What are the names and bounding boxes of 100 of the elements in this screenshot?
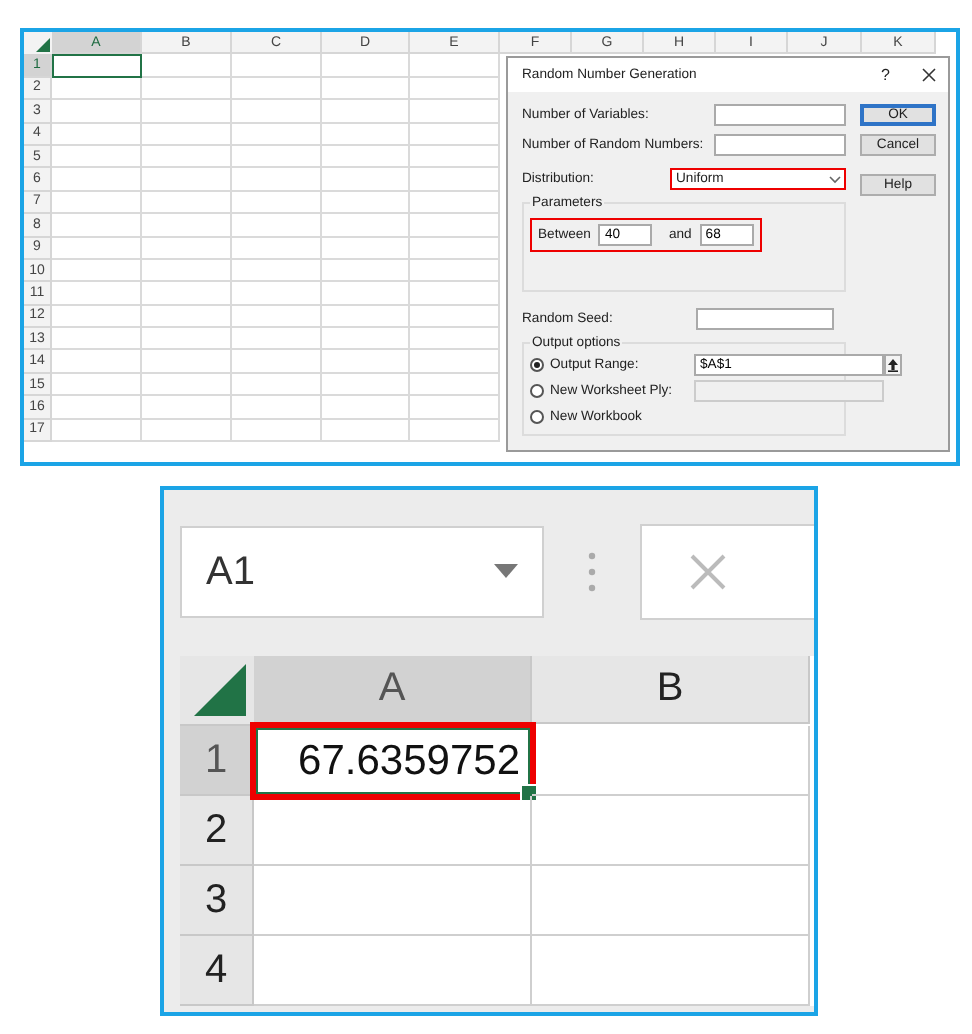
table-cell[interactable] (52, 191, 142, 215)
table-cell[interactable] (52, 305, 142, 329)
table-cell[interactable] (232, 123, 322, 146)
table-cell[interactable] (52, 237, 142, 260)
table-cell[interactable] (232, 350, 322, 374)
select-all-icon[interactable] (194, 664, 246, 716)
table-cell[interactable] (232, 305, 322, 329)
table-cell[interactable] (322, 214, 410, 238)
table-cell[interactable] (532, 866, 810, 936)
table-cell[interactable] (410, 305, 500, 329)
table-cell[interactable] (52, 123, 142, 146)
table-cell[interactable] (232, 396, 322, 420)
table-cell[interactable] (142, 396, 232, 420)
table-cell[interactable] (142, 373, 232, 397)
column-header[interactable]: B (532, 656, 810, 724)
table-cell[interactable] (254, 866, 532, 936)
table-cell[interactable] (142, 305, 232, 329)
column-header[interactable]: A (254, 656, 532, 724)
table-cell[interactable] (52, 259, 142, 283)
table-cell[interactable] (142, 54, 232, 78)
table-cell[interactable] (322, 100, 410, 124)
active-cell[interactable] (52, 54, 142, 78)
table-cell[interactable] (52, 396, 142, 420)
table-cell[interactable] (232, 419, 322, 443)
row-header[interactable]: 1 (180, 726, 254, 796)
table-cell[interactable] (410, 168, 500, 192)
table-cell[interactable] (322, 396, 410, 420)
table-cell[interactable] (142, 145, 232, 169)
table-cell[interactable] (52, 145, 142, 169)
table-cell[interactable] (410, 419, 500, 443)
table-cell[interactable] (254, 796, 532, 866)
input-field[interactable] (714, 133, 846, 155)
table-cell[interactable] (142, 123, 232, 146)
table-cell[interactable] (52, 214, 142, 238)
table-cell[interactable] (142, 77, 232, 101)
active-cell[interactable]: 67.6359752 (254, 726, 532, 796)
table-cell[interactable] (232, 77, 322, 101)
table-cell[interactable] (142, 259, 232, 283)
table-cell[interactable] (52, 168, 142, 192)
close-icon[interactable] (922, 68, 936, 82)
table-cell[interactable] (410, 145, 500, 169)
cancel-icon[interactable] (690, 554, 726, 590)
table-cell[interactable] (322, 237, 410, 260)
table-cell[interactable] (322, 54, 410, 78)
table-cell[interactable] (322, 123, 410, 146)
table-cell[interactable] (232, 145, 322, 169)
table-cell[interactable] (410, 77, 500, 101)
row-header[interactable]: 4 (180, 936, 254, 1006)
table-cell[interactable] (322, 305, 410, 329)
table-cell[interactable] (142, 237, 232, 260)
table-cell[interactable] (142, 100, 232, 124)
range-picker-button[interactable] (884, 353, 902, 375)
row-header[interactable]: 2 (180, 796, 254, 866)
table-cell[interactable] (410, 396, 500, 420)
table-cell[interactable] (410, 100, 500, 124)
table-cell[interactable] (410, 191, 500, 215)
table-cell[interactable] (52, 328, 142, 351)
table-cell[interactable] (410, 282, 500, 306)
table-cell[interactable] (322, 145, 410, 169)
table-cell[interactable] (410, 123, 500, 146)
help-button[interactable]: ? (881, 66, 890, 84)
table-cell[interactable] (322, 419, 410, 443)
table-cell[interactable] (322, 328, 410, 351)
table-cell[interactable] (142, 350, 232, 374)
table-cell[interactable] (52, 282, 142, 306)
table-cell[interactable] (532, 726, 810, 796)
table-cell[interactable] (52, 100, 142, 124)
row-header[interactable]: 3 (180, 866, 254, 936)
table-cell[interactable] (254, 936, 532, 1006)
table-cell[interactable] (532, 796, 810, 866)
caret-icon[interactable] (494, 564, 518, 580)
table-cell[interactable] (322, 191, 410, 215)
fill-handle[interactable] (520, 784, 538, 802)
table-cell[interactable] (142, 282, 232, 306)
input-field[interactable] (696, 307, 834, 329)
table-cell[interactable] (232, 54, 322, 78)
table-cell[interactable] (232, 282, 322, 306)
table-cell[interactable] (52, 350, 142, 374)
table-cell[interactable] (142, 168, 232, 192)
table-cell[interactable] (232, 168, 322, 192)
table-cell[interactable] (232, 100, 322, 124)
table-cell[interactable] (142, 214, 232, 238)
table-cell[interactable] (52, 373, 142, 397)
table-cell[interactable] (52, 419, 142, 443)
name-box[interactable]: A1 (180, 526, 544, 618)
table-cell[interactable] (410, 214, 500, 238)
table-cell[interactable] (410, 373, 500, 397)
table-cell[interactable] (322, 282, 410, 306)
table-cell[interactable] (142, 419, 232, 443)
table-cell[interactable] (142, 328, 232, 351)
table-cell[interactable] (410, 350, 500, 374)
table-cell[interactable] (232, 373, 322, 397)
input-field[interactable] (714, 103, 846, 125)
table-cell[interactable] (322, 168, 410, 192)
table-cell[interactable] (232, 214, 322, 238)
table-cell[interactable] (410, 328, 500, 351)
table-cell[interactable] (142, 191, 232, 215)
table-cell[interactable] (410, 54, 500, 78)
table-cell[interactable] (232, 191, 322, 215)
table-cell[interactable] (322, 350, 410, 374)
